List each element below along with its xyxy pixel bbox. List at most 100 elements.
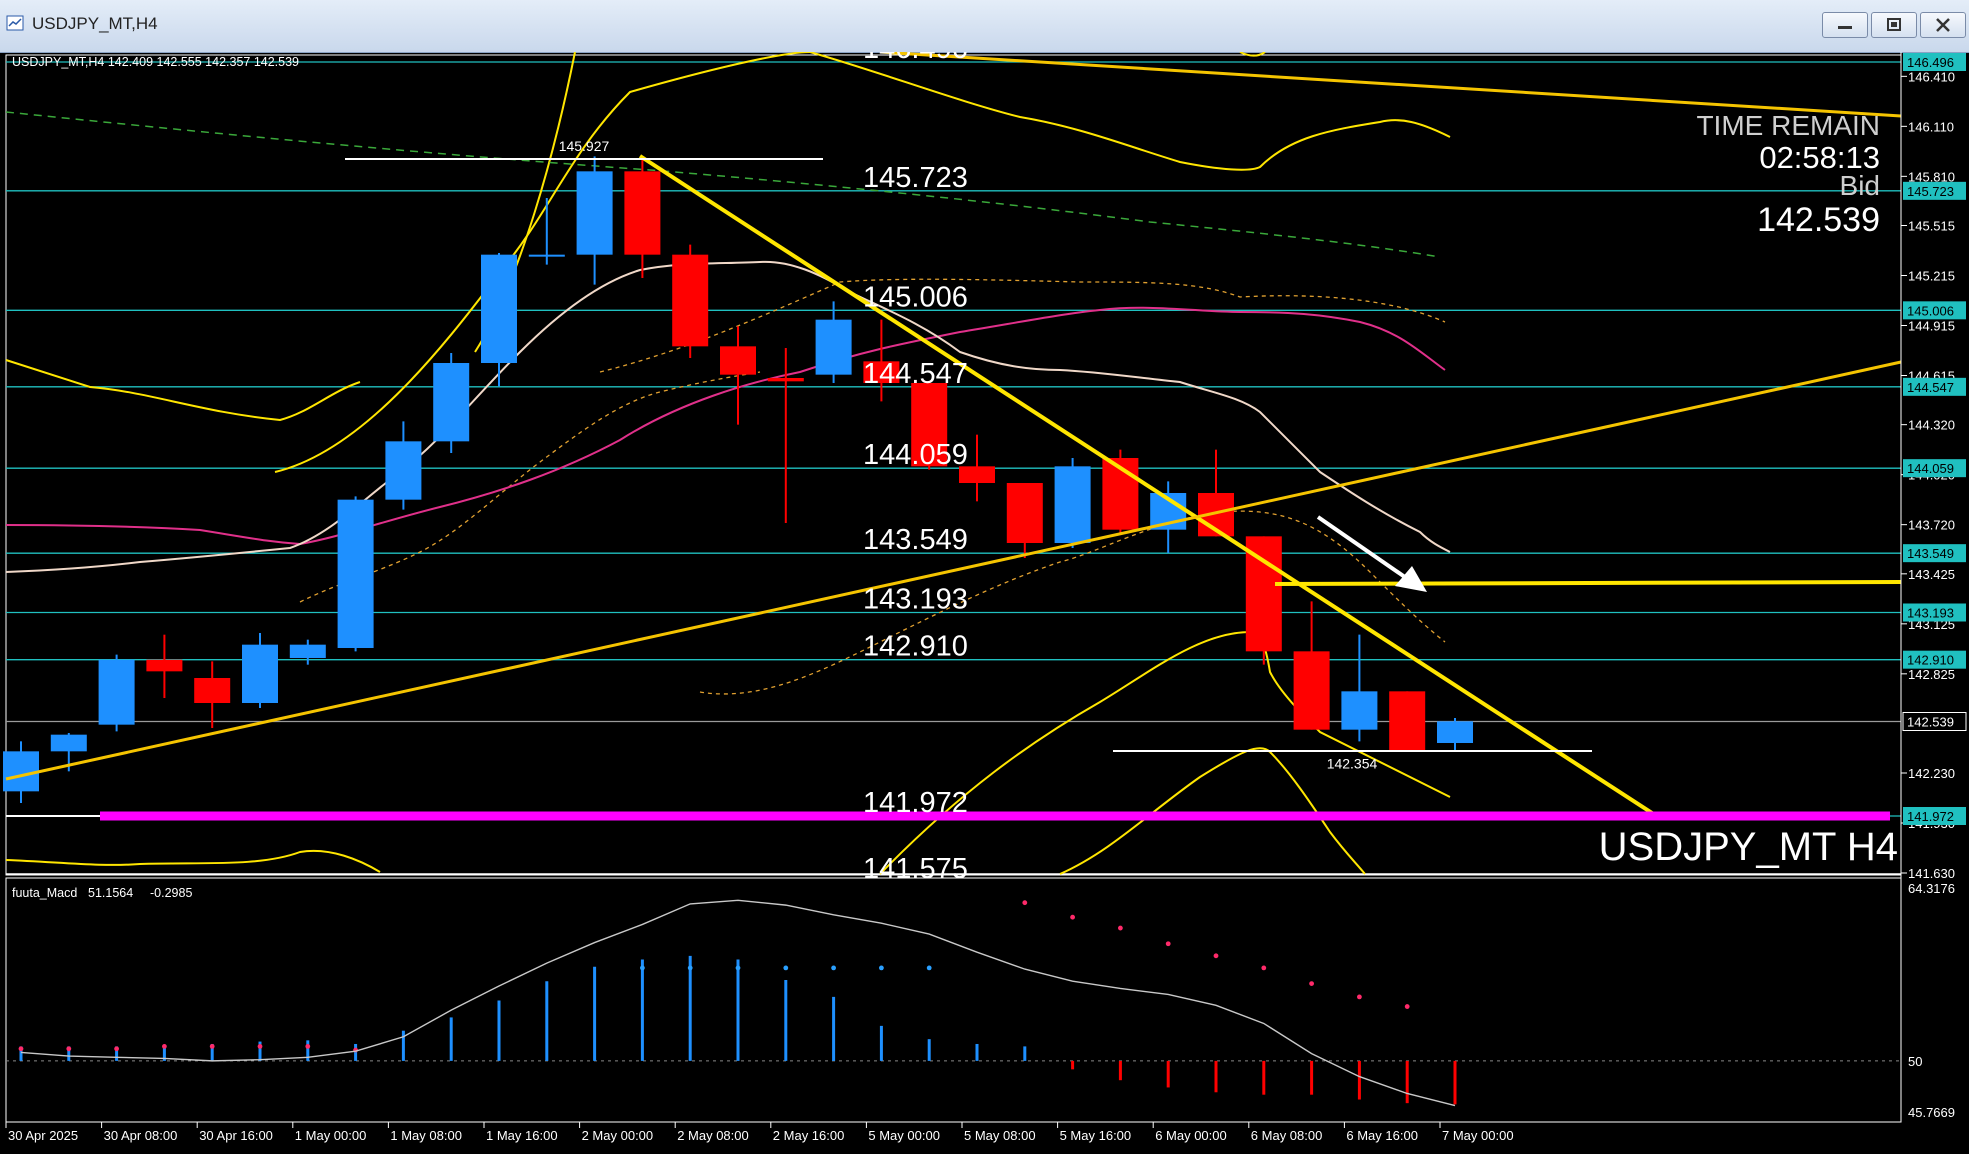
x-tick-label: 5 May 08:00	[964, 1128, 1036, 1143]
chart-window-icon	[6, 15, 24, 31]
restore-button[interactable]	[1871, 12, 1917, 38]
macd-signal-dot	[926, 965, 932, 971]
level-label-146.496: 146.496	[863, 52, 968, 65]
y-tick-label: 142.825	[1908, 667, 1955, 682]
macd-signal-dot	[66, 1046, 72, 1052]
x-tick-label: 7 May 00:00	[1442, 1128, 1514, 1143]
x-tick-label: 6 May 08:00	[1251, 1128, 1323, 1143]
macd-panel: 64.3176 50 45.7669	[6, 881, 1955, 1120]
macd-signal-dot	[687, 965, 693, 971]
price-box-label: 145.006	[1907, 303, 1954, 318]
candle-body	[576, 171, 613, 255]
level-label-144.059: 144.059	[863, 439, 968, 471]
macd-signal-dot	[1118, 925, 1123, 931]
level-label-142.910: 142.910	[863, 631, 968, 663]
x-tick-label: 30 Apr 2025	[8, 1128, 78, 1143]
macd-signal-dot	[1357, 994, 1362, 1000]
chart-canvas[interactable]: 146.496 145.723 145.006 144.547 144.059 143.5…	[0, 52, 1969, 1154]
lower-band-a	[5, 850, 381, 873]
price-annotation-142.354: 142.354	[1327, 755, 1378, 771]
band-mid-dashed-a	[5, 111, 1441, 258]
price-box-label: 142.539	[1907, 715, 1954, 730]
macd-signal-dot	[209, 1043, 215, 1049]
macd-signal-dot	[879, 965, 884, 971]
price-box-label: 141.972	[1907, 809, 1954, 824]
minimize-icon	[1838, 26, 1852, 29]
x-tick-label: 30 Apr 08:00	[104, 1128, 178, 1143]
restore-icon	[1887, 18, 1901, 31]
level-label-144.547: 144.547	[863, 358, 968, 390]
macd-signal-dot	[162, 1043, 167, 1049]
x-tick-label: 5 May 00:00	[868, 1128, 940, 1143]
window-titlebar[interactable]: USDJPY_MT,H4	[0, 0, 1969, 53]
level-label-141.575: 141.575	[863, 853, 968, 885]
macd-signal-dot	[831, 965, 836, 971]
candle-body	[289, 644, 326, 658]
upper-band-right	[809, 52, 1451, 171]
info-panel: TIME REMAIN 02:58:13 Bid 142.539	[1696, 110, 1880, 239]
macd-signal-dot	[18, 1046, 24, 1052]
level-label-143.193: 143.193	[863, 584, 968, 616]
macd-signal-dot	[640, 965, 645, 971]
candle-body	[242, 644, 278, 703]
support-142910-line	[1274, 580, 1902, 586]
symbol-watermark: USDJPY_MT H4	[1599, 825, 1898, 869]
y-tick-label: 143.425	[1908, 567, 1955, 582]
candle-body	[1054, 466, 1091, 543]
macd-signal-dot	[1165, 941, 1171, 947]
macd-y-tick-label: 50	[1908, 1054, 1922, 1069]
macd-signal-dot	[1213, 953, 1219, 959]
macd-signal-dot	[783, 965, 789, 971]
macd-signal-dot	[114, 1046, 119, 1052]
macd-signal-dot	[1070, 914, 1075, 920]
lower-band-c	[879, 631, 1251, 875]
level-label-145.723: 145.723	[863, 162, 968, 194]
macd-signal-dot	[1404, 1004, 1410, 1009]
macd-value1: 51.1564	[88, 886, 133, 900]
candle-body	[1341, 691, 1378, 730]
candle-body	[672, 254, 709, 347]
candle-body	[50, 734, 87, 752]
macd-signal-dot	[735, 965, 741, 971]
x-tick-label: 2 May 16:00	[773, 1128, 845, 1143]
x-tick-label: 1 May 00:00	[295, 1128, 367, 1143]
y-tick-label: 145.215	[1908, 269, 1955, 284]
price-box-label: 142.910	[1907, 653, 1954, 668]
macd-value2: -0.2985	[150, 886, 192, 900]
y-tick-label: 144.915	[1908, 319, 1955, 334]
time-remain-label: TIME REMAIN	[1696, 110, 1880, 141]
candle-body	[528, 254, 565, 257]
downtrend-line	[638, 154, 1657, 817]
candle-body	[481, 254, 517, 363]
candle-body	[385, 441, 422, 500]
candle-body	[1006, 483, 1043, 543]
x-tick-label: 30 Apr 16:00	[199, 1128, 273, 1143]
close-button[interactable]	[1920, 12, 1966, 38]
uptrend-line	[5, 360, 1902, 781]
y-tick-label: 143.720	[1908, 518, 1955, 533]
macd-y-tick-label: 64.3176	[1908, 881, 1955, 896]
time-axis: 30 Apr 2025 30 Apr 08:00 30 Apr 16:00 1 May…	[5, 1122, 1514, 1143]
candle-body	[624, 171, 661, 255]
macd-y-tick-label: 45.7669	[1908, 1105, 1955, 1120]
macd-signal-dot	[305, 1043, 311, 1049]
mt4-chart-window: USDJPY_MT,H4 145.723 145.006 144.547 144…	[0, 0, 1969, 1154]
y-tick-label: 142.230	[1908, 766, 1955, 781]
minimize-button[interactable]	[1822, 12, 1868, 38]
candle-body	[98, 659, 135, 725]
candle-body	[337, 499, 374, 648]
x-tick-label: 5 May 16:00	[1060, 1128, 1132, 1143]
candle-body	[815, 319, 852, 375]
candle-body	[767, 378, 804, 382]
lower-band-d	[1059, 747, 1271, 875]
candle-body	[720, 346, 756, 375]
envelope-bands	[5, 52, 1451, 875]
y-tick-label: 144.320	[1908, 418, 1955, 433]
price-box-label: 145.723	[1907, 184, 1954, 199]
candle-body	[3, 751, 39, 792]
chart-header: USDJPY_MT,H4 142.409 142.555 142.357 142…	[12, 55, 299, 69]
close-icon	[1936, 18, 1950, 32]
macd-header: fuuta_Macd 51.1564 -0.2985	[12, 886, 192, 900]
macd-signal-dot	[1309, 981, 1314, 987]
lower-band-left	[5, 359, 361, 422]
